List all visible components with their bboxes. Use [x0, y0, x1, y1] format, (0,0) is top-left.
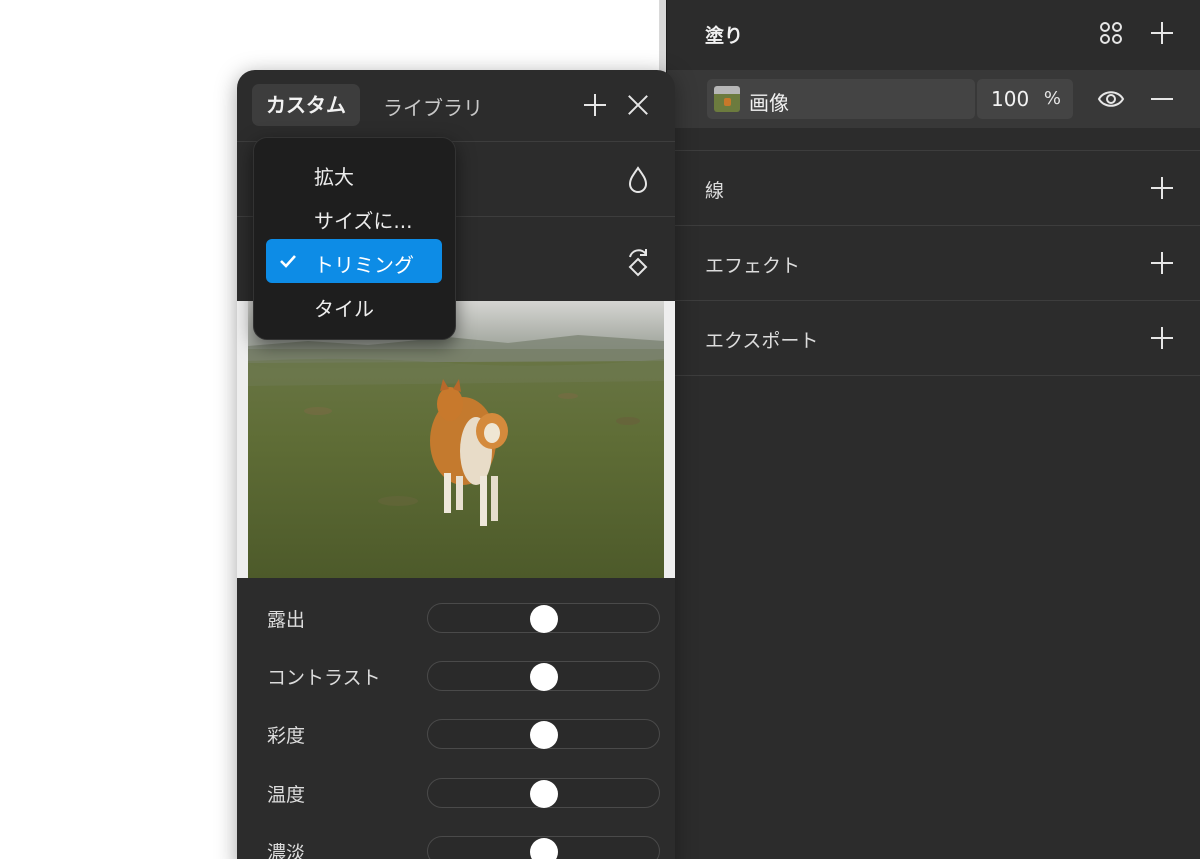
tab-custom[interactable]: カスタム [252, 84, 360, 126]
export-section: エクスポート [667, 301, 1200, 376]
check-icon [280, 255, 296, 268]
add-export-plus-icon[interactable] [1151, 327, 1173, 349]
export-title: エクスポート [705, 330, 819, 352]
rotate-icon[interactable] [626, 247, 650, 277]
fill-layer-name: 画像 [749, 91, 789, 115]
eye-icon[interactable] [1097, 87, 1125, 111]
adjust-temperature-label: 温度 [267, 784, 306, 806]
image-thumbnail[interactable] [714, 86, 740, 112]
fill-opacity-field[interactable]: 100 % [977, 79, 1073, 119]
fill-title: 塗り [705, 25, 744, 47]
add-style-plus-icon[interactable] [584, 94, 606, 116]
fill-opacity-value: 100 [991, 87, 1030, 111]
adjust-tint-slider[interactable] [427, 836, 660, 859]
menu-item-tile[interactable]: タイル [266, 283, 442, 327]
menu-item-label: サイズに... [314, 209, 413, 233]
adjust-tint-label: 濃淡 [267, 842, 306, 859]
menu-item-crop[interactable]: トリミング [266, 239, 442, 283]
adjust-exposure-slider[interactable] [427, 603, 660, 633]
properties-panel: 塗り 画像 100 % 線 エフェクト エクスポート [666, 0, 1200, 859]
water-drop-icon[interactable] [627, 166, 649, 194]
add-stroke-plus-icon[interactable] [1151, 177, 1173, 199]
adjust-exposure-knob[interactable] [529, 605, 558, 633]
effect-section: エフェクト [667, 226, 1200, 301]
menu-item-label: 拡大 [314, 165, 354, 189]
adjust-tint-knob[interactable] [529, 838, 558, 859]
close-icon[interactable] [627, 94, 649, 116]
menu-item-fill[interactable]: 拡大 [266, 151, 442, 195]
adjust-saturation-knob[interactable] [529, 721, 558, 749]
photo-border-left [237, 301, 248, 578]
remove-fill-minus-icon[interactable] [1151, 98, 1173, 100]
dog-photo-image [248, 301, 664, 578]
scale-mode-menu: 拡大 サイズに... トリミング タイル [253, 137, 456, 340]
menu-item-label: トリミング [314, 253, 414, 277]
adjust-contrast-label: コントラスト [267, 667, 381, 689]
effect-title: エフェクト [705, 255, 801, 277]
stroke-section: 線 [667, 151, 1200, 226]
fill-opacity-unit: % [1043, 88, 1061, 109]
fill-section: 塗り [667, 0, 1200, 70]
adjust-saturation-label: 彩度 [267, 725, 306, 747]
image-preview[interactable] [248, 301, 664, 578]
adjust-exposure-label: 露出 [267, 609, 306, 631]
photo-border-right [664, 301, 675, 578]
adjust-temperature-knob[interactable] [529, 780, 558, 808]
fill-section-spacer [667, 128, 1200, 151]
tab-library[interactable]: ライブラリ [383, 92, 483, 121]
fill-layer-chip[interactable]: 画像 [707, 79, 975, 119]
stroke-title: 線 [705, 180, 725, 202]
adjust-contrast-slider[interactable] [427, 661, 660, 691]
add-effect-plus-icon[interactable] [1151, 252, 1173, 274]
adjust-temperature-slider[interactable] [427, 778, 660, 808]
menu-item-fit[interactable]: サイズに... [266, 195, 442, 239]
style-grid-icon[interactable] [1099, 21, 1123, 45]
menu-item-label: タイル [314, 297, 374, 321]
adjust-contrast-knob[interactable] [529, 663, 558, 691]
fill-layer-row[interactable]: 画像 100 % [667, 70, 1200, 128]
add-fill-plus-icon[interactable] [1151, 22, 1173, 44]
adjust-saturation-slider[interactable] [427, 719, 660, 749]
image-adjustments: 露出 コントラスト 彩度 温度 濃淡 [237, 578, 675, 859]
